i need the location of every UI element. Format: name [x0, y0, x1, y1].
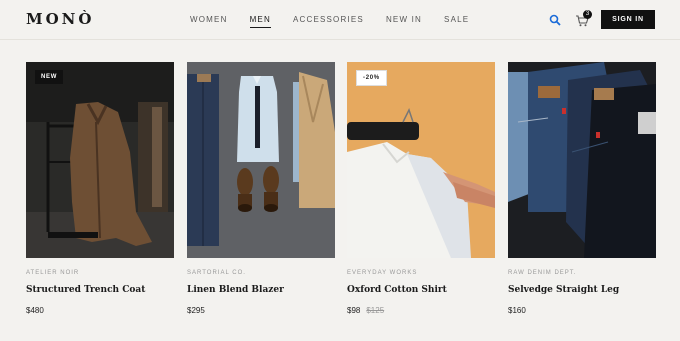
blazer-flatlay-photo: [187, 62, 335, 258]
trench-coat-photo: [26, 62, 174, 258]
product-name[interactable]: Selvedge Straight Leg: [508, 285, 656, 295]
product-image-blazer[interactable]: [187, 62, 335, 258]
product-price: $160: [508, 306, 526, 315]
product-brand: ATELIER NOIR: [26, 270, 80, 276]
brand-logo[interactable]: MONÒ: [26, 10, 94, 28]
nav-men[interactable]: MEN: [249, 15, 271, 28]
product-price: $295: [187, 306, 205, 315]
product-name[interactable]: Linen Blend Blazer: [187, 285, 335, 295]
product-original-price: $125: [366, 306, 385, 315]
product-card[interactable]: SARTORIAL CO. Linen Blend Blazer $295: [187, 62, 335, 315]
oxford-shirt-photo: [347, 62, 495, 258]
product-card[interactable]: -20% EVERYDAY WORKS Oxford Cotton Shirt …: [347, 62, 495, 315]
product-card[interactable]: RAW DENIM DEPT. Selvedge Straight Leg $1…: [508, 62, 656, 315]
cart-count-badge: 3: [583, 10, 592, 19]
product-price-line: $98 $125: [347, 306, 495, 315]
nav-sale[interactable]: SALE: [444, 15, 469, 28]
discount-badge: -20%: [356, 70, 387, 86]
product-name[interactable]: Structured Trench Coat: [26, 285, 174, 295]
site-header: MONÒ WOMEN MEN ACCESSORIES NEW IN SALE 3…: [0, 0, 680, 40]
nav-new-in[interactable]: NEW IN: [386, 15, 422, 28]
product-card[interactable]: NEW ATELIER NOIR Structured Trench Coat …: [26, 62, 174, 315]
product-image-trench-coat[interactable]: NEW: [26, 62, 174, 258]
product-price: $480: [26, 306, 44, 315]
product-image-oxford-shirt[interactable]: -20%: [347, 62, 495, 258]
nav-women[interactable]: WOMEN: [190, 15, 228, 28]
product-brand: RAW DENIM DEPT.: [508, 270, 577, 276]
search-icon[interactable]: [549, 14, 561, 26]
product-price-line: $295: [187, 306, 335, 315]
product-brand: SARTORIAL CO.: [187, 270, 246, 276]
product-price-line: $480: [26, 306, 174, 315]
product-name[interactable]: Oxford Cotton Shirt: [347, 285, 495, 295]
product-brand: EVERYDAY WORKS: [347, 270, 418, 276]
main-nav: WOMEN MEN ACCESSORIES NEW IN SALE: [190, 15, 491, 28]
jeans-stack-photo: [508, 62, 656, 258]
product-price-line: $160: [508, 306, 656, 315]
product-image-selvedge-jeans[interactable]: [508, 62, 656, 258]
sign-in-button[interactable]: SIGN IN: [601, 10, 655, 29]
product-price: $98: [347, 306, 361, 315]
product-badge: NEW: [35, 70, 64, 84]
nav-accessories[interactable]: ACCESSORIES: [293, 15, 364, 28]
